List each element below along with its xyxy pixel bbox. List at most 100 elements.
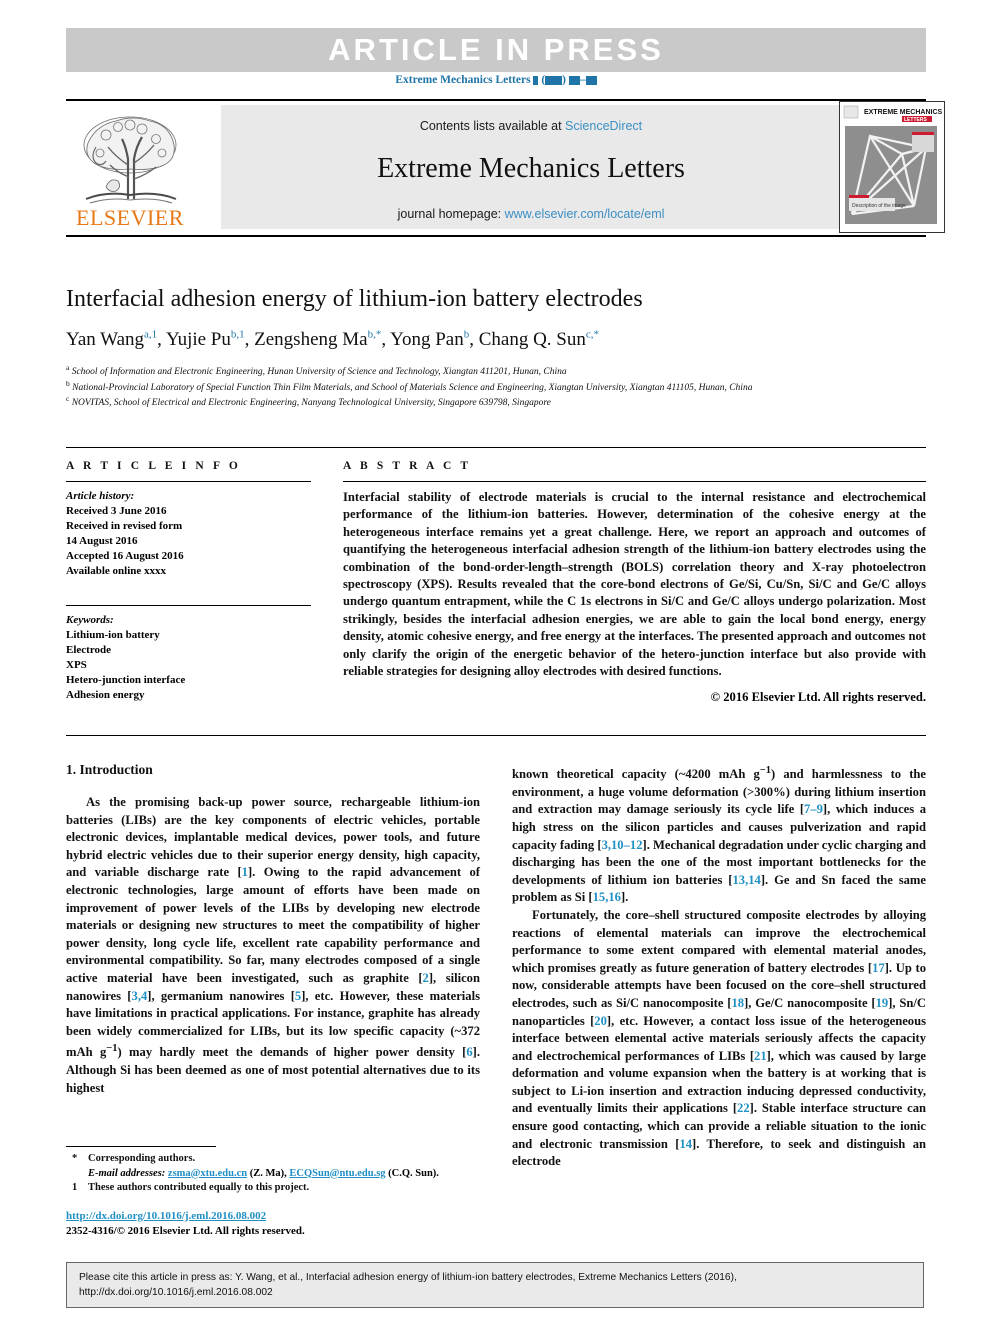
cite-this-article-box: Please cite this article in press as: Y.… [66,1262,924,1308]
intro-paragraph-1-cont: known theoretical capacity (~4200 mAh g−… [512,765,926,905]
journal-title: Extreme Mechanics Letters [377,153,685,184]
article-info-heading: A R T I C L E I N F O [66,460,241,472]
body-column-left: 1. Introduction As the promising back-up… [66,762,480,1097]
corresponding-mark: * [72,1153,78,1164]
paper-page: ARTICLE IN PRESS Extreme Mechanics Lette… [0,0,992,1323]
cover-artwork: EXTREME MECHANICS LETTERS Description of… [840,102,943,230]
affiliation-marker: b [66,378,70,388]
email-link-zsma[interactable]: zsma@xtu.edu.cn [168,1168,247,1179]
equal-contribution-text: These authors contributed equally to thi… [88,1182,310,1193]
email2-owner: (C.Q. Sun). [388,1167,439,1179]
author-name: Chang Q. Sun [478,329,586,350]
article-history-item: Received 3 June 2016 [66,505,167,517]
abstract-body: Interfacial stability of electrode mater… [343,490,926,679]
intro-paragraph-2: Fortunately, the core–shell structured c… [512,907,927,1169]
journal-masthead: ELSEVIER Contents lists available at Sci… [66,99,945,237]
svg-text:LETTERS: LETTERS [904,117,927,123]
author-affiliation-marker: a,1 [144,328,158,341]
article-in-press-label: ARTICLE IN PRESS [328,32,664,67]
footnote-block: * Corresponding authors. E-mail addresse… [66,1152,480,1239]
author-name: Yujie Pu [165,329,231,350]
running-head-journal: Extreme Mechanics Letters [395,74,531,86]
author-name: Yan Wang [66,329,145,350]
title-block: Interfacial adhesion energy of lithium-i… [66,284,926,412]
masthead-top-rule [66,99,926,101]
article-history-item: Available online xxxx [66,565,167,577]
issn-copyright-line: 2352-4316/© 2016 Elsevier Ltd. All right… [66,1224,305,1237]
abstract-rule [343,481,926,482]
running-head-paren-close: ) [562,74,566,86]
keyword-item: XPS [66,659,87,671]
keywords-list: Lithium-ion battery Electrode XPS Hetero-ju… [66,628,311,703]
email-link-ecqsun[interactable]: ECQSun@ntu.edu.sg [289,1168,385,1179]
affiliation-item: b National-Provincial Laboratory of Spec… [66,378,753,393]
article-history-item: Received in revised form [66,520,183,532]
equal-contribution-note: 1 These authors contributed equally to t… [66,1181,480,1196]
journal-homepage-link[interactable]: www.elsevier.com/locate/eml [505,207,665,221]
redacted-year [545,75,563,85]
author-list: Yan Wanga,1, Yujie Pub,1, Zengsheng Mab,… [66,328,600,350]
elsevier-wordmark: ELSEVIER [76,205,184,230]
cite-line-1: Please cite this article in press as: Y.… [79,1272,737,1283]
svg-text:EXTREME MECHANICS: EXTREME MECHANICS [864,109,942,116]
corresponding-authors-note: * Corresponding authors. [66,1152,480,1167]
email-addresses-line: E-mail addresses: zsma@xtu.edu.cn (Z. Ma… [66,1167,480,1182]
keyword-item: Adhesion energy [66,689,145,701]
keyword-item: Electrode [66,644,112,656]
page-title: Interfacial adhesion energy of lithium-i… [66,286,643,312]
keyword-item: Lithium-ion battery [66,629,160,641]
abstract-copyright: © 2016 Elsevier Ltd. All rights reserved… [710,690,926,705]
journal-homepage-line: journal homepage: www.elsevier.com/locat… [221,207,841,221]
affiliation-item: c NOVITAS, School of Electrical and Elec… [66,393,551,408]
doi-block: http://dx.doi.org/10.1016/j.eml.2016.08.… [66,1209,480,1239]
corresponding-text: Corresponding authors. [88,1153,196,1164]
title-bottom-rule [66,447,926,448]
body-column-right: known theoretical capacity (~4200 mAh g−… [512,762,926,1171]
homepage-prefix: journal homepage: [397,207,505,221]
journal-cover-thumbnail: EXTREME MECHANICS LETTERS Description of… [839,101,945,233]
elsevier-logo: ELSEVIER [66,103,194,231]
keywords-rule [66,605,311,606]
abstract-heading: A B S T R A C T [343,460,472,472]
contents-lists-line: Contents lists available at ScienceDirec… [221,105,841,133]
affiliation-marker: c [66,393,70,403]
article-in-press-banner: ARTICLE IN PRESS [66,28,926,72]
keywords-label: Keywords: [66,614,114,626]
keyword-item: Hetero-junction interface [66,674,186,686]
author-affiliation-marker: b [463,328,470,341]
cite-line-2: http://dx.doi.org/10.1016/j.eml.2016.08.… [79,1287,273,1298]
article-info-column: A R T I C L E I N F O Article history: R… [66,460,311,703]
article-history-item: 14 August 2016 [66,535,138,547]
masthead-bottom-rule [66,235,926,237]
article-info-rule [66,481,311,482]
article-history-list: Received 3 June 2016 Received in revised … [66,504,311,579]
redacted-volume [533,75,539,85]
section-heading-introduction: 1. Introduction [66,762,153,777]
redacted-page-end [585,75,597,85]
equal-contribution-mark: 1 [72,1182,78,1193]
intro-paragraph-1: As the promising back-up power source, r… [66,795,481,1095]
cite-text: Please cite this article in press as: Y.… [67,1263,923,1300]
author-affiliation-marker: b,* [367,328,382,341]
author-affiliation-marker: b,1 [230,328,245,341]
running-head: Extreme Mechanics Letters () – [0,74,992,86]
redacted-page-start [568,75,580,85]
email1-owner: (Z. Ma), [249,1167,287,1179]
affiliation-marker: a [66,362,70,372]
keywords-block: Keywords: Lithium-ion battery Electrode XP… [66,605,311,703]
journal-banner: Contents lists available at ScienceDirec… [221,105,841,229]
article-history-item: Accepted 16 August 2016 [66,550,184,562]
abstract-bottom-rule [66,735,926,736]
email-label: E-mail addresses: [88,1167,166,1179]
abstract-column: A B S T R A C T Interfacial stability of… [343,460,926,705]
author-name: Yong Pan [390,329,464,350]
doi-link[interactable]: http://dx.doi.org/10.1016/j.eml.2016.08.… [66,1210,266,1222]
footnote-rule [66,1146,216,1147]
author-affiliation-marker: c,* [585,328,600,341]
affiliation-list: a School of Information and Electronic E… [66,362,926,411]
svg-text:Description of the image: Description of the image [852,203,906,209]
article-history-label: Article history: [66,490,135,502]
affiliation-item: a School of Information and Electronic E… [66,362,567,377]
contents-lists-prefix: Contents lists available at [419,119,566,133]
sciencedirect-link[interactable]: ScienceDirect [565,119,642,133]
